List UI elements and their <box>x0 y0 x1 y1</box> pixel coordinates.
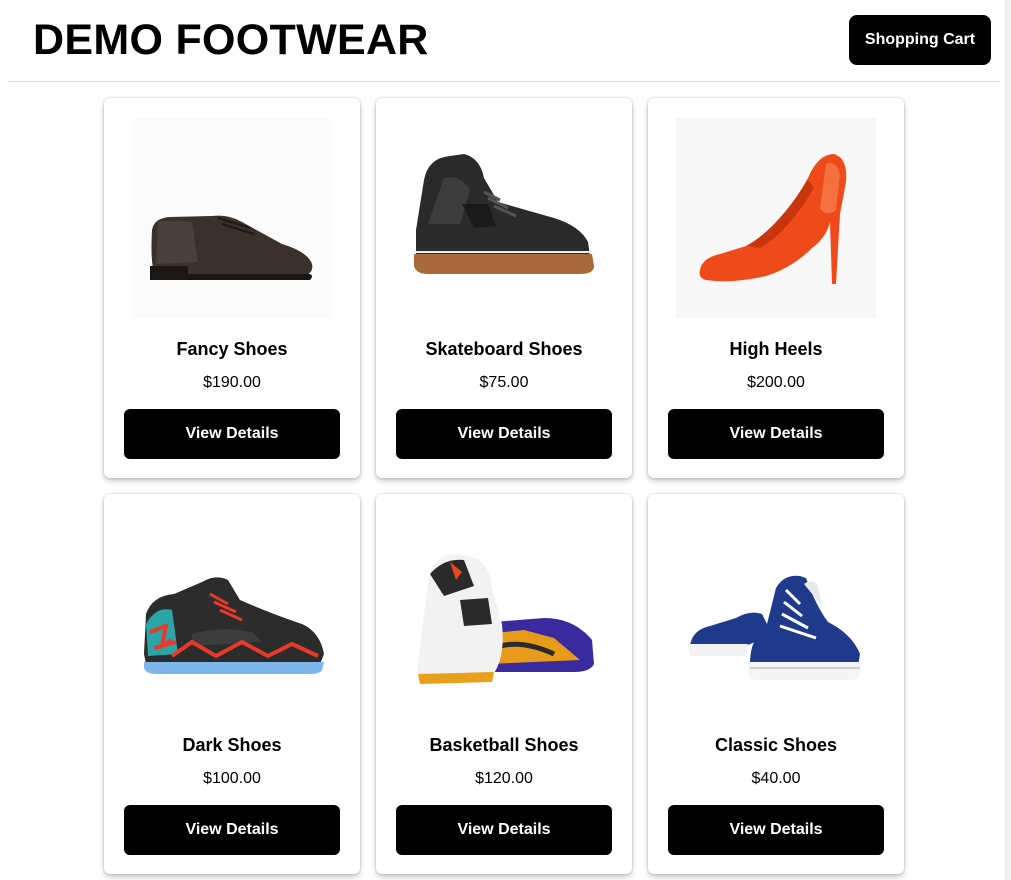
product-price: $120.00 <box>475 770 533 787</box>
basketball-shoes-icon <box>417 554 594 684</box>
oxford-shoe-icon <box>132 118 332 318</box>
high-heel-icon <box>676 118 876 318</box>
view-details-button[interactable]: View Details <box>668 805 884 855</box>
product-price: $75.00 <box>479 374 529 391</box>
page: DEMO FOOTWEAR Shopping Cart Fancy Shoes … <box>0 0 1011 880</box>
product-card: Classic Shoes $40.00 View Details <box>648 494 904 874</box>
view-details-button[interactable]: View Details <box>668 409 884 459</box>
product-image[interactable] <box>132 118 332 318</box>
product-card: Dark Shoes $100.00 View Details <box>104 494 360 874</box>
product-name: Classic Shoes <box>714 735 838 755</box>
product-image[interactable] <box>132 514 332 714</box>
product-name: Skateboard Shoes <box>425 339 583 359</box>
vertical-scrollbar[interactable] <box>1005 0 1011 880</box>
skate-shoe-icon <box>414 154 594 274</box>
product-name: Dark Shoes <box>182 735 282 755</box>
product-name: High Heels <box>729 339 823 359</box>
product-image[interactable] <box>404 514 604 714</box>
view-details-button[interactable]: View Details <box>396 805 612 855</box>
product-name: Basketball Shoes <box>429 735 579 755</box>
product-card: Fancy Shoes $190.00 View Details <box>104 98 360 478</box>
view-details-button[interactable]: View Details <box>396 409 612 459</box>
product-image[interactable] <box>676 118 876 318</box>
canvas-sneakers-icon <box>688 575 862 680</box>
shopping-cart-button[interactable]: Shopping Cart <box>849 15 991 65</box>
view-details-button[interactable]: View Details <box>124 805 340 855</box>
product-price: $100.00 <box>203 770 261 787</box>
product-card: High Heels $200.00 View Details <box>648 98 904 478</box>
product-card: Basketball Shoes $120.00 View Details <box>376 494 632 874</box>
product-image[interactable] <box>404 118 604 318</box>
product-card: Skateboard Shoes $75.00 View Details <box>376 98 632 478</box>
product-name: Fancy Shoes <box>176 339 288 359</box>
product-price: $200.00 <box>747 374 805 391</box>
view-details-button[interactable]: View Details <box>124 409 340 459</box>
product-image[interactable] <box>676 514 876 714</box>
site-brand: DEMO FOOTWEAR <box>33 16 429 64</box>
product-price: $190.00 <box>203 374 261 391</box>
site-header: DEMO FOOTWEAR Shopping Cart <box>8 0 1000 82</box>
sneaker-icon <box>144 577 324 674</box>
product-price: $40.00 <box>751 770 801 787</box>
product-grid: Fancy Shoes $190.00 View Details Skatebo… <box>104 98 904 874</box>
